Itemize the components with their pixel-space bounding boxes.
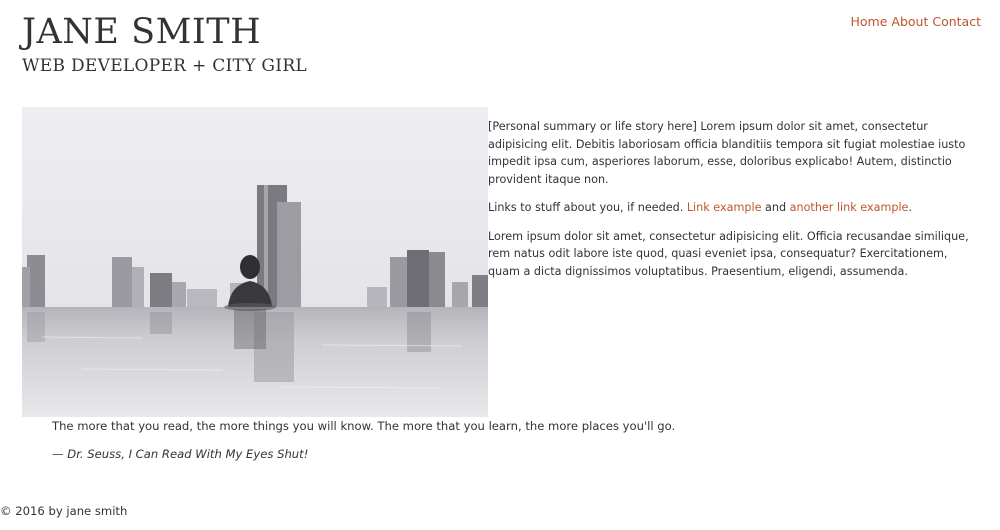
quote-text: The more that you read, the more things … <box>52 419 676 433</box>
link-example[interactable]: Link example <box>687 201 762 214</box>
site-title: JANE SMITH <box>22 12 262 52</box>
nav-link-home[interactable]: Home <box>851 14 888 29</box>
site-header: JANE SMITH WEB DEVELOPER + CITY GIRL <box>22 8 307 76</box>
site-footer: © 2016 by jane smith <box>0 504 127 518</box>
body-paragraph: Lorem ipsum dolor sit amet, consectetur … <box>488 229 969 278</box>
quote-citation: — Dr. Seuss, I Can Read With My Eyes Shu… <box>52 447 309 461</box>
links-and: and <box>765 201 787 214</box>
main-content: [Personal summary or life story here] Lo… <box>488 118 982 291</box>
site-subtitle: WEB DEVELOPER + CITY GIRL <box>22 56 308 76</box>
quote-block: The more that you read, the more things … <box>52 417 952 473</box>
city-pool-photo-icon <box>22 107 488 417</box>
nav-link-contact[interactable]: Contact <box>932 14 981 29</box>
main-nav: Home About Contact <box>851 14 982 29</box>
links-intro: Links to stuff about you, if needed. <box>488 201 684 214</box>
copyright-text: © 2016 by jane smith <box>0 504 128 518</box>
summary-paragraph: [Personal summary or life story here] Lo… <box>488 120 966 186</box>
nav-link-about[interactable]: About <box>891 14 928 29</box>
another-link-example[interactable]: another link example <box>790 201 909 214</box>
links-period: . <box>908 201 913 214</box>
links-paragraph: Links to stuff about you, if needed. Lin… <box>488 199 982 217</box>
hero-image <box>22 107 488 417</box>
